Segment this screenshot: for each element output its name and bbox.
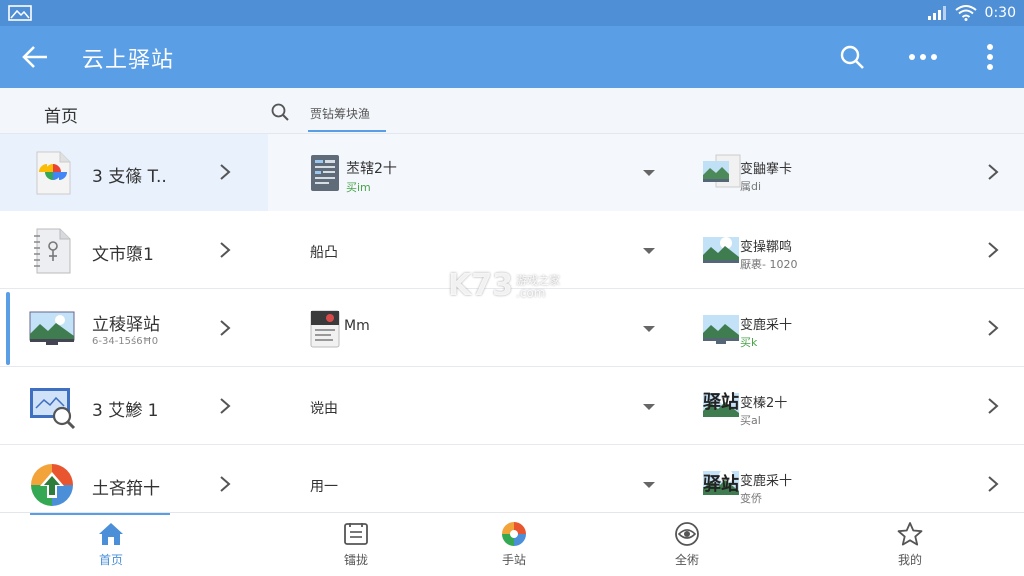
item-type: 用一 — [310, 479, 338, 495]
more-horizontal-icon — [909, 54, 937, 60]
pie-chart-icon — [502, 522, 526, 546]
dropdown-caret-icon[interactable] — [642, 325, 656, 333]
notebook-icon — [34, 228, 71, 274]
status-time: 0:30 — [984, 5, 1016, 21]
tab-label: 手站 — [501, 553, 526, 567]
overlay-label: 驿站 — [703, 474, 739, 495]
item-detail-title: 变鹿采十 — [740, 474, 793, 489]
item-detail-sub: 买k — [740, 336, 758, 349]
item-detail-title: 变鼬搴卡 — [740, 162, 793, 177]
chevron-right-icon[interactable] — [986, 318, 1000, 338]
wifi-icon — [954, 5, 977, 21]
dropdown-caret-icon[interactable] — [642, 247, 656, 255]
item-detail-sub: 属di — [740, 180, 762, 193]
tab-station[interactable]: 手站 — [469, 521, 559, 573]
chevron-right-icon[interactable] — [986, 474, 1000, 494]
active-tab-indicator — [30, 513, 170, 515]
dropdown-caret-icon[interactable] — [642, 169, 656, 177]
item-detail-sub: 买al — [740, 414, 761, 427]
signal-icon — [927, 6, 946, 20]
page-title: 云上驿站 — [82, 48, 175, 73]
item-meta: 买im — [346, 181, 371, 194]
overlay-label: 驿站 — [703, 392, 739, 413]
breadcrumb-home[interactable]: 首页 — [44, 102, 78, 127]
more-button[interactable] — [903, 38, 943, 76]
document-icon — [311, 155, 339, 191]
tab-explore[interactable]: 全術 — [642, 521, 732, 573]
chevron-right-icon[interactable] — [986, 240, 1000, 260]
item-type: 苤辖2十 — [346, 161, 397, 177]
chevron-right-icon[interactable] — [986, 396, 1000, 416]
tab-label: 全術 — [674, 553, 699, 567]
item-detail-title: 变榛2十 — [740, 396, 788, 411]
dropdown-caret-icon[interactable] — [642, 481, 656, 489]
image-thumbnail-icon — [703, 237, 739, 263]
photos-app-icon — [36, 151, 71, 195]
tab-list[interactable]: 镭拢 — [311, 521, 401, 573]
image-search-icon — [30, 388, 76, 430]
overflow-vertical-icon — [987, 44, 993, 70]
watermark-logo: K73 — [448, 268, 513, 303]
item-name: 文市隳1 — [92, 245, 154, 265]
item-type: 船凸 — [310, 245, 338, 261]
status-bar: 0:30 — [0, 0, 1024, 26]
chevron-right-icon[interactable] — [218, 240, 232, 260]
item-detail-sub: 厭裹- 1020 — [740, 258, 798, 271]
list-icon — [344, 523, 368, 545]
item-name: 立稜驿站 — [92, 315, 160, 335]
chevron-right-icon[interactable] — [218, 396, 232, 416]
item-date: 6-34-15ś6Ħ0 — [92, 336, 159, 347]
selection-accent — [6, 292, 10, 365]
search-hint[interactable]: 贾钻筹块渔 — [310, 105, 370, 122]
item-detail-title: 变鹿采十 — [740, 318, 793, 333]
chevron-right-icon[interactable] — [218, 318, 232, 338]
active-underline — [308, 130, 386, 132]
overflow-menu-button[interactable] — [970, 38, 1010, 76]
app-bar: 云上驿站 — [0, 26, 1024, 88]
watermark-url: .com — [516, 286, 546, 300]
upload-circle-icon — [31, 464, 73, 506]
tab-home[interactable]: 首页 — [66, 521, 156, 573]
tab-label: 我的 — [897, 553, 922, 567]
dropdown-caret-icon[interactable] — [642, 403, 656, 411]
star-icon — [897, 522, 923, 546]
item-name: 3 支篠 T.. — [92, 167, 167, 187]
back-arrow-icon[interactable] — [18, 40, 54, 74]
bottom-tab-bar: 首页 镭拢 手站 全術 我的 — [0, 512, 1024, 576]
search-icon — [840, 45, 864, 69]
list-item[interactable]: 3 支篠 T.. 苤辖2十 买im 变鼬搴卡 属di — [0, 134, 1024, 211]
item-type: 谠由 — [310, 401, 338, 417]
landscape-monitor-icon — [29, 311, 75, 345]
item-detail-sub: 变侨 — [740, 492, 762, 505]
chevron-right-icon[interactable] — [218, 162, 232, 182]
item-name: 3 艾鯵 1 — [92, 401, 159, 421]
item-name: 土吝箝十 — [92, 479, 160, 499]
gallery-icon — [8, 5, 32, 21]
file-list: 3 支篠 T.. 苤辖2十 买im 变鼬搴卡 属di 文市隳1 船凸 变操鞹鸣 … — [0, 134, 1024, 523]
eye-icon — [675, 522, 699, 546]
chevron-right-icon[interactable] — [986, 162, 1000, 182]
image-thumbnail-icon — [703, 154, 741, 188]
list-item[interactable]: 3 艾鯵 1 谠由 驿站 变榛2十 买al — [0, 368, 1024, 445]
item-type: Mm — [344, 318, 370, 334]
tab-label: 首页 — [98, 553, 123, 567]
chevron-right-icon[interactable] — [218, 474, 232, 494]
tab-mine[interactable]: 我的 — [865, 521, 955, 573]
tab-label: 镭拢 — [343, 553, 368, 567]
image-thumbnail-icon — [703, 315, 739, 344]
breadcrumb-bar: 首页 贾钻筹块渔 — [0, 88, 1024, 134]
search-icon[interactable] — [270, 102, 290, 122]
home-icon — [99, 523, 123, 545]
watermark: K73 游戏之家 .com — [448, 268, 578, 308]
search-button[interactable] — [832, 38, 872, 76]
item-detail-title: 变操鞹鸣 — [740, 240, 793, 255]
document-icon — [310, 310, 340, 348]
